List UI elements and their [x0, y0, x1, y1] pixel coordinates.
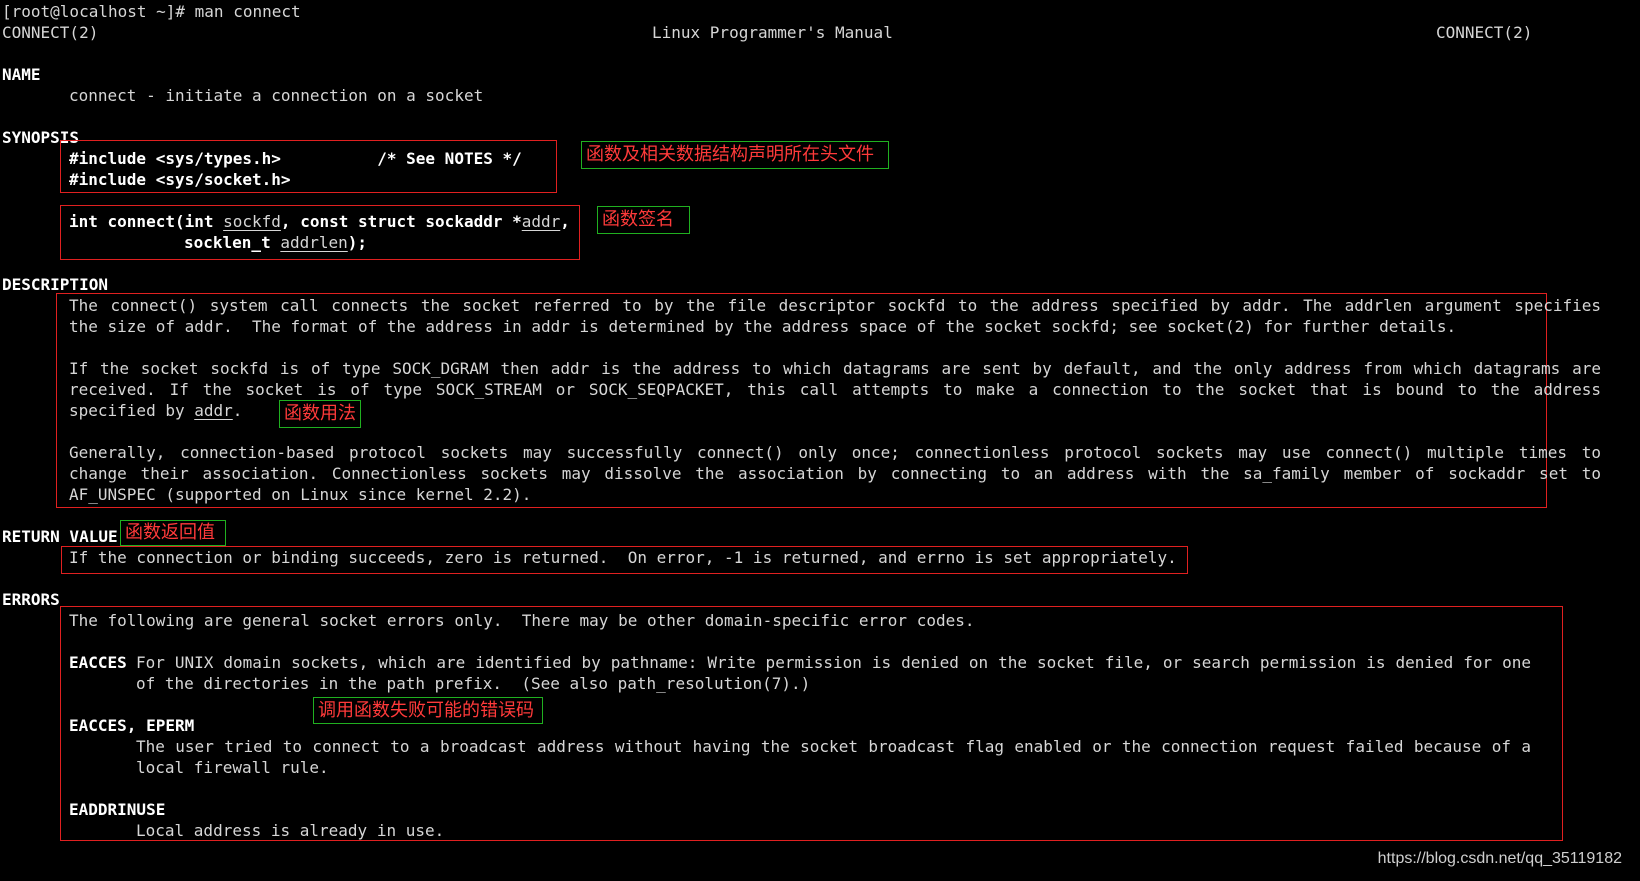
- sig-part: );: [347, 233, 368, 252]
- section-name-heading: NAME: [2, 65, 41, 84]
- desc-text: specified by: [69, 401, 195, 420]
- annotation-signature: 函数签名: [597, 206, 690, 234]
- annotation-header-files: 函数及相关数据结构声明所在头文件: [581, 141, 889, 169]
- return-text: If the connection or binding succeeds, z…: [69, 548, 1177, 567]
- include-socket: #include <sys/socket.h>: [69, 170, 291, 189]
- man-header-right: CONNECT(2): [1436, 23, 1533, 42]
- sig-part: socklen_t: [184, 233, 281, 252]
- desc-p3-line2: change their association. Connectionless…: [69, 464, 1601, 483]
- errors-highlight-box: [60, 606, 1563, 841]
- desc-p1-line1: The connect() system call connects the s…: [69, 296, 1601, 315]
- sig-part: int connect(int: [69, 212, 224, 231]
- desc-text: .: [232, 401, 243, 420]
- annotation-errors: 调用函数失败可能的错误码: [313, 697, 543, 724]
- watermark: https://blog.csdn.net/qq_35119182: [1377, 850, 1622, 867]
- desc-p2-line3: specified by addr.: [69, 400, 242, 421]
- errors-intro: The following are general socket errors …: [69, 611, 975, 630]
- sig-part: , const struct sockaddr *: [280, 212, 522, 231]
- annotation-usage: 函数用法: [279, 400, 361, 428]
- error-eacces-name: EACCES: [69, 653, 127, 672]
- desc-param-addr: addr: [194, 401, 233, 420]
- desc-p3-line3: AF_UNSPEC (supported on Linux since kern…: [69, 485, 532, 504]
- desc-p2-line2: received. If the socket is of type SOCK_…: [69, 380, 1601, 399]
- signature-line-1: int connect(int sockfd, const struct soc…: [69, 211, 570, 232]
- signature-line-2: socklen_t addrlen);: [184, 232, 367, 253]
- sig-part: ,: [560, 212, 570, 231]
- sig-param-addr: addr: [521, 212, 561, 231]
- error-eacces-line1: For UNIX domain sockets, which are ident…: [136, 653, 1531, 672]
- sig-param-sockfd: sockfd: [223, 212, 281, 231]
- error-eperm-name: EACCES, EPERM: [69, 716, 195, 735]
- man-header-left: CONNECT(2): [2, 23, 99, 42]
- include-types: #include <sys/types.h> /* See NOTES */: [69, 149, 522, 168]
- error-eperm-line1: The user tried to connect to a broadcast…: [136, 737, 1531, 756]
- man-header-center: Linux Programmer's Manual: [652, 23, 893, 42]
- error-eaddrinuse-line1: Local address is already in use.: [136, 821, 445, 840]
- annotation-return: 函数返回值: [120, 520, 226, 546]
- name-text: connect - initiate a connection on a soc…: [69, 86, 484, 105]
- desc-p3-line1: Generally, connection-based protocol soc…: [69, 443, 1601, 462]
- desc-p1-line2: the size of addr. The format of the addr…: [69, 317, 1457, 336]
- error-eacces-line2: of the directories in the path prefix. (…: [136, 674, 811, 693]
- error-eperm-line2: local firewall rule.: [136, 758, 329, 777]
- sig-param-addrlen: addrlen: [280, 233, 348, 252]
- desc-p2-line1: If the socket sockfd is of type SOCK_DGR…: [69, 359, 1601, 378]
- error-eaddrinuse-name: EADDRINUSE: [69, 800, 166, 819]
- section-errors-heading: ERRORS: [2, 590, 60, 609]
- section-description-heading: DESCRIPTION: [2, 275, 108, 294]
- section-return-heading: RETURN VALUE: [2, 527, 118, 546]
- shell-prompt: [root@localhost ~]# man connect: [2, 2, 301, 21]
